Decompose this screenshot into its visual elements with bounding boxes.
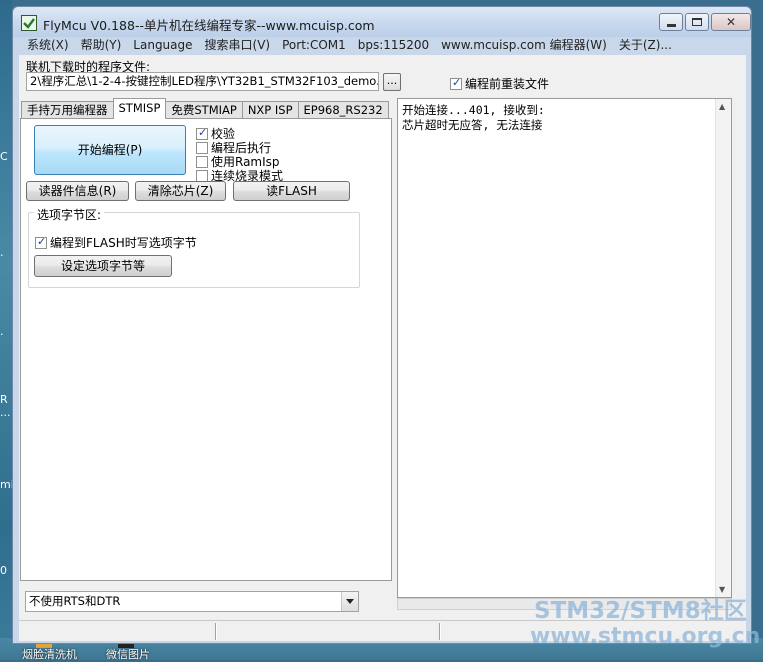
- checkbox-unchecked[interactable]: [196, 141, 208, 154]
- maximize-button[interactable]: [685, 13, 709, 31]
- menu-bps[interactable]: bps:115200: [352, 37, 435, 55]
- tab-nxp-isp[interactable]: NXP ISP: [241, 101, 299, 119]
- reload-label: 编程前重装文件: [465, 77, 550, 91]
- option-bytes-group: 选项字节区: 编程到FLASH时写选项字节 设定选项字节等: [28, 206, 360, 288]
- desktop-text: mi: [0, 478, 14, 491]
- scroll-down-icon[interactable]: ▼: [719, 585, 725, 594]
- menu-about[interactable]: 关于(Z)...: [613, 37, 678, 55]
- read-device-info-button[interactable]: 读器件信息(R): [26, 181, 129, 201]
- window-title: FlyMcu V0.188--单片机在线编程专家--www.mcuisp.com: [43, 18, 375, 33]
- menu-bar: 系统(X) 帮助(Y) Language 搜索串口(V) Port:COM1 b…: [21, 37, 745, 55]
- title-bar[interactable]: FlyMcu V0.188--单片机在线编程专家--www.mcuisp.com…: [13, 7, 751, 37]
- checkbox-checked[interactable]: [196, 126, 208, 140]
- desktop-text: 0: [0, 564, 7, 577]
- log-line: 开始连接...401, 接收到:: [402, 103, 545, 117]
- log-output[interactable]: 开始连接...401, 接收到: 芯片超时无应答, 无法连接 ▲ ▼: [397, 98, 732, 598]
- dropdown-arrow[interactable]: [341, 592, 358, 611]
- status-separator: [439, 623, 441, 640]
- rts-dtr-select[interactable]: 不使用RTS和DTR: [25, 591, 359, 612]
- checkbox-checked[interactable]: [35, 235, 47, 249]
- rts-dtr-value: 不使用RTS和DTR: [29, 594, 121, 608]
- menu-language[interactable]: Language: [127, 37, 198, 55]
- desktop-text: R: [0, 393, 8, 406]
- menu-programmer[interactable]: www.mcuisp.com 编程器(W): [435, 37, 613, 55]
- menu-help[interactable]: 帮助(Y): [75, 37, 128, 55]
- checkbox-checked[interactable]: [450, 76, 462, 90]
- menu-search-port[interactable]: 搜索串口(V): [199, 37, 277, 55]
- file-path-input[interactable]: 2\程序汇总\1-2-4-按键控制LED程序\YT32B1_STM32F103_…: [26, 72, 379, 91]
- menu-port[interactable]: Port:COM1: [276, 37, 352, 55]
- tab-strip: 手持万用编程器 STMISP 免费STMIAP NXP ISP EP968_RS…: [21, 98, 389, 119]
- close-button[interactable]: ✕: [711, 13, 751, 31]
- tab-ep968-rs232[interactable]: EP968_RS232: [297, 101, 389, 119]
- write-option-label: 编程到FLASH时写选项字节: [50, 236, 197, 250]
- minimize-icon: [666, 23, 676, 27]
- chevron-down-icon: [346, 599, 354, 604]
- desktop-text: ...: [0, 406, 11, 419]
- flymcu-app-icon: [21, 15, 37, 31]
- reload-before-program-checkbox[interactable]: 编程前重装文件: [450, 75, 549, 92]
- erase-chip-button[interactable]: 清除芯片(Z): [135, 181, 226, 201]
- write-option-bytes-checkbox[interactable]: 编程到FLASH时写选项字节: [35, 234, 197, 251]
- tab-stmisp[interactable]: STMISP: [112, 98, 167, 119]
- desktop-text: .: [0, 325, 4, 338]
- browse-button[interactable]: ...: [383, 73, 401, 91]
- vertical-scrollbar[interactable]: ▲ ▼: [715, 99, 731, 597]
- close-icon: ✕: [725, 15, 737, 29]
- start-programming-button[interactable]: 开始编程(P): [34, 125, 186, 175]
- tab-handheld-programmer[interactable]: 手持万用编程器: [21, 101, 114, 119]
- app-window: FlyMcu V0.188--单片机在线编程专家--www.mcuisp.com…: [12, 6, 752, 644]
- desktop-text: .: [0, 246, 4, 259]
- watermark-title: STM32/STM8社区: [534, 598, 747, 624]
- minimize-button[interactable]: [659, 13, 683, 31]
- option-bytes-title: 选项字节区:: [34, 206, 105, 223]
- checkbox-unchecked[interactable]: [196, 169, 208, 182]
- log-line: 芯片超时无应答, 无法连接: [402, 118, 543, 132]
- maximize-icon: [692, 18, 702, 26]
- stmisp-panel: 开始编程(P) 校验 编程后执行 使用RamIsp 连续烧录模式 读器件信息(R…: [20, 118, 392, 581]
- watermark-url: www.stmcu.org.cn: [530, 624, 761, 649]
- status-separator: [215, 623, 217, 640]
- client-area: 联机下载时的程序文件: 2\程序汇总\1-2-4-按键控制LED程序\YT32B…: [19, 55, 746, 641]
- read-flash-button[interactable]: 读FLASH: [233, 181, 350, 201]
- checkbox-unchecked[interactable]: [196, 155, 208, 168]
- set-option-bytes-button[interactable]: 设定选项字节等: [34, 255, 172, 277]
- menu-system[interactable]: 系统(X): [21, 37, 75, 55]
- desktop-text: C: [0, 150, 8, 163]
- tab-free-stmiap[interactable]: 免费STMIAP: [165, 101, 243, 119]
- scroll-up-icon[interactable]: ▲: [719, 102, 725, 111]
- log-text: 开始连接...401, 接收到: 芯片超时无应答, 无法连接: [402, 103, 545, 133]
